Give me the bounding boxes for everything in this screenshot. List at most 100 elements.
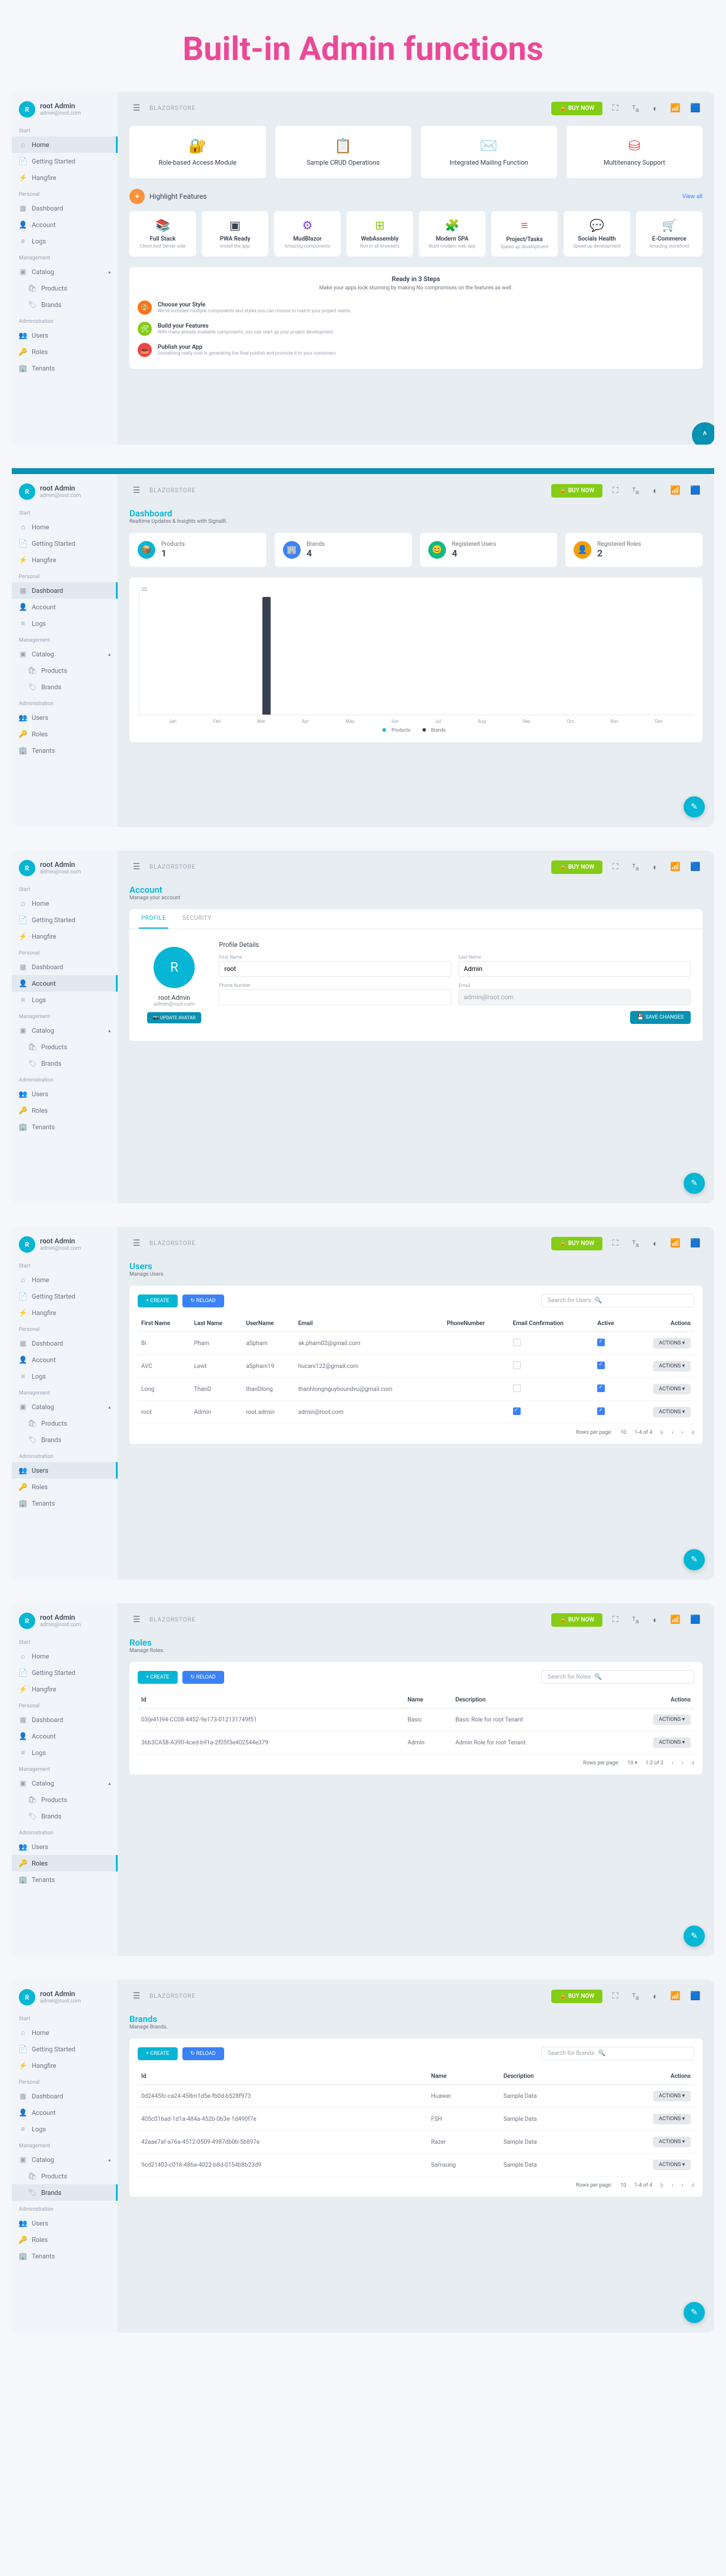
menu-icon[interactable]: ☰ (129, 1613, 144, 1627)
tab-security[interactable]: SECURITY (180, 909, 214, 929)
theme-icon[interactable]: ◐ (648, 1613, 662, 1627)
sidebar-item-products[interactable]: 🛍Products (12, 1791, 118, 1808)
actions-button[interactable]: ACTIONS ▾ (653, 2137, 691, 2147)
sidebar-user[interactable]: R root Adminadmin@root.com (12, 1608, 118, 1634)
notification-icon[interactable]: 🟦 (688, 1989, 702, 2003)
actions-button[interactable]: ACTIONS ▾ (653, 2160, 691, 2170)
fullscreen-icon[interactable]: ⛶ (608, 483, 622, 498)
buy-now-button[interactable]: 🔒 BUY NOW (551, 1237, 602, 1250)
page-next-icon[interactable]: › (681, 1430, 683, 1436)
sidebar-item-getting[interactable]: 📄Getting Started (12, 1664, 118, 1681)
phone-input[interactable] (219, 989, 451, 1005)
sidebar-item-home[interactable]: ⌂Home (12, 1272, 118, 1288)
edit-fab[interactable]: ✎ (684, 1173, 705, 1194)
sidebar-item-account[interactable]: 👤Account (12, 599, 118, 615)
notification-icon[interactable]: 🟦 (688, 1613, 702, 1627)
create-button[interactable]: + CREATE (138, 1671, 178, 1684)
sidebar-item-dashboard[interactable]: ▦Dashboard (12, 582, 118, 599)
sidebar-item-users[interactable]: 👥Users (12, 1086, 118, 1102)
highlight-card[interactable]: 💬Socials HealthSpeed up development (564, 211, 630, 256)
sidebar-item-account[interactable]: 👤Account (12, 975, 118, 992)
highlight-card[interactable]: ▣PWA ReadyInstall the app (202, 211, 268, 256)
checkbox[interactable] (513, 1407, 521, 1415)
edit-fab[interactable]: ✎ (684, 1549, 705, 1570)
actions-button[interactable]: ACTIONS ▾ (653, 1384, 691, 1394)
sidebar-item-catalog[interactable]: ▣Catalog▴ (12, 1775, 118, 1791)
sidebar-item-dashboard[interactable]: ▦Dashboard (12, 2088, 118, 2104)
sidebar-item-users[interactable]: 👥Users (12, 709, 118, 726)
wifi-icon[interactable]: 📶 (668, 860, 682, 874)
sidebar-item-users[interactable]: 👥Users (12, 327, 118, 343)
checkbox[interactable] (513, 1339, 521, 1346)
wifi-icon[interactable]: 📶 (668, 1236, 682, 1250)
translate-icon[interactable]: ᵀₐ (628, 1613, 642, 1627)
sidebar-item-hangfire[interactable]: ⚡Hangfire (12, 1681, 118, 1697)
page-next-icon[interactable]: › (681, 2183, 683, 2188)
sidebar-item-logs[interactable]: ≡Logs (12, 615, 118, 632)
sidebar-item-home[interactable]: ⌂Home (12, 895, 118, 912)
sidebar-item-hangfire[interactable]: ⚡Hangfire (12, 1304, 118, 1321)
sidebar-item-home[interactable]: ⌂Home (12, 519, 118, 535)
menu-icon[interactable]: ☰ (129, 101, 144, 115)
notification-icon[interactable]: 🟦 (688, 483, 702, 498)
actions-button[interactable]: ACTIONS ▾ (653, 2091, 691, 2101)
fullscreen-icon[interactable]: ⛶ (608, 1989, 622, 2003)
sidebar-item-logs[interactable]: ≡Logs (12, 1744, 118, 1761)
sidebar-item-brands[interactable]: 🏷Brands (12, 296, 118, 313)
buy-now-button[interactable]: 🔒 BUY NOW (551, 102, 602, 115)
menu-icon[interactable]: ☰ (129, 1989, 144, 2003)
sidebar-item-hangfire[interactable]: ⚡Hangfire (12, 169, 118, 186)
actions-button[interactable]: ACTIONS ▾ (653, 2114, 691, 2124)
buy-now-button[interactable]: 🔒 BUY NOW (551, 1613, 602, 1627)
edit-fab[interactable]: ✎ (684, 1926, 705, 1947)
sidebar-item-account[interactable]: 👤Account (12, 216, 118, 233)
translate-icon[interactable]: ᵀₐ (628, 101, 642, 115)
translate-icon[interactable]: ᵀₐ (628, 1989, 642, 2003)
theme-icon[interactable]: ◐ (648, 1236, 662, 1250)
sidebar-user[interactable]: R root Adminadmin@root.com (12, 96, 118, 122)
checkbox[interactable] (513, 1384, 521, 1392)
edit-fab[interactable]: ✎ (684, 2302, 705, 2323)
sidebar-item-account[interactable]: 👤Account (12, 1728, 118, 1744)
create-button[interactable]: + CREATE (138, 1294, 178, 1307)
sidebar-item-catalog[interactable]: ▣Catalog▴ (12, 1399, 118, 1415)
search-input[interactable]: Search for Brands🔍 (541, 2047, 694, 2060)
sidebar-item-roles[interactable]: 🔑Roles (12, 1479, 118, 1495)
translate-icon[interactable]: ᵀₐ (628, 1236, 642, 1250)
sidebar-item-logs[interactable]: ≡Logs (12, 992, 118, 1008)
sidebar-item-products[interactable]: 🛍Products (12, 1415, 118, 1432)
fullscreen-icon[interactable]: ⛶ (608, 101, 622, 115)
wifi-icon[interactable]: 📶 (668, 483, 682, 498)
sidebar-item-account[interactable]: 👤Account (12, 2104, 118, 2121)
sidebar-item-home[interactable]: ⌂Home (12, 2024, 118, 2041)
page-prev-icon[interactable]: ‹ (672, 2183, 674, 2188)
sidebar-item-getting[interactable]: 📄Getting Started (12, 2041, 118, 2057)
sidebar-item-home[interactable]: ⌂Home (12, 1648, 118, 1664)
menu-icon[interactable]: ☰ (129, 1236, 144, 1250)
wifi-icon[interactable]: 📶 (668, 101, 682, 115)
sidebar-user[interactable]: R root Adminadmin@root.com (12, 1984, 118, 2010)
sidebar-item-roles[interactable]: 🔑Roles (12, 343, 118, 360)
sidebar-user[interactable]: R root Adminadmin@root.com (12, 855, 118, 881)
sidebar-item-dashboard[interactable]: ▦Dashboard (12, 200, 118, 216)
page-last-icon[interactable]: ›| (691, 2183, 694, 2188)
sidebar-item-roles[interactable]: 🔑Roles (12, 2231, 118, 2248)
feature-card[interactable]: 🔐Role-based Access Module (129, 126, 266, 178)
highlight-card[interactable]: 🛒E-CommerceAmazing storefront (636, 211, 702, 256)
fullscreen-icon[interactable]: ⛶ (608, 860, 622, 874)
buy-now-button[interactable]: 🔒 BUY NOW (551, 1990, 602, 2003)
create-button[interactable]: + CREATE (138, 2047, 178, 2060)
sidebar-item-getting[interactable]: 📄Getting Started (12, 1288, 118, 1304)
sidebar-item-hangfire[interactable]: ⚡Hangfire (12, 2057, 118, 2074)
sidebar-item-getting[interactable]: 📄Getting Started (12, 153, 118, 169)
update-avatar-button[interactable]: 📷 UPDATE AVATAR (147, 1012, 201, 1023)
translate-icon[interactable]: ᵀₐ (628, 483, 642, 498)
page-first-icon[interactable]: |‹ (661, 2183, 664, 2188)
page-first-icon[interactable]: |‹ (661, 1430, 664, 1436)
checkbox[interactable] (597, 1339, 605, 1346)
sidebar-item-logs[interactable]: ≡Logs (12, 2121, 118, 2137)
fullscreen-icon[interactable]: ⛶ (608, 1613, 622, 1627)
buy-now-button[interactable]: 🔒 BUY NOW (551, 860, 602, 874)
wifi-icon[interactable]: 📶 (668, 1613, 682, 1627)
sidebar-item-home[interactable]: ⌂Home (12, 136, 118, 153)
